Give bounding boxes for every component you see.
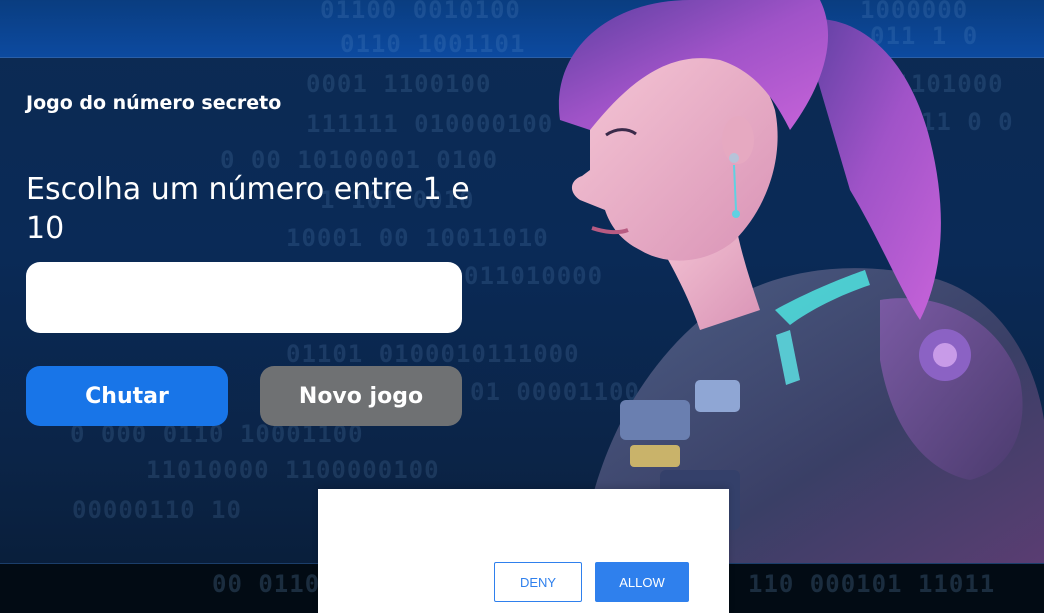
- binary-text: 11010000 1100000100: [146, 456, 440, 484]
- page-title: Jogo do número secreto: [26, 92, 282, 114]
- allow-button[interactable]: ALLOW: [595, 562, 689, 602]
- binary-text: 111111 010000100: [306, 110, 554, 138]
- game-screen: 01100 0010100 0110 1001101 0001 1100100 …: [0, 0, 1044, 613]
- permission-dialog: DENY ALLOW: [318, 489, 729, 613]
- binary-text: 0110 1001101: [340, 30, 526, 58]
- binary-text: 01100 0010100: [320, 0, 521, 24]
- hero-illustration: [558, 0, 1044, 563]
- binary-text: 00 0110: [212, 570, 321, 598]
- binary-text: 110 000101 11011: [748, 570, 996, 598]
- new-game-button[interactable]: Novo jogo: [260, 366, 462, 426]
- guess-input[interactable]: [26, 262, 462, 333]
- binary-text: 00000110 10: [72, 496, 242, 524]
- guess-button[interactable]: Chutar: [26, 366, 228, 426]
- deny-button[interactable]: DENY: [494, 562, 582, 602]
- binary-text: 0001 1100100: [306, 70, 492, 98]
- prompt-text: Escolha um número entre 1 e 10: [26, 172, 470, 246]
